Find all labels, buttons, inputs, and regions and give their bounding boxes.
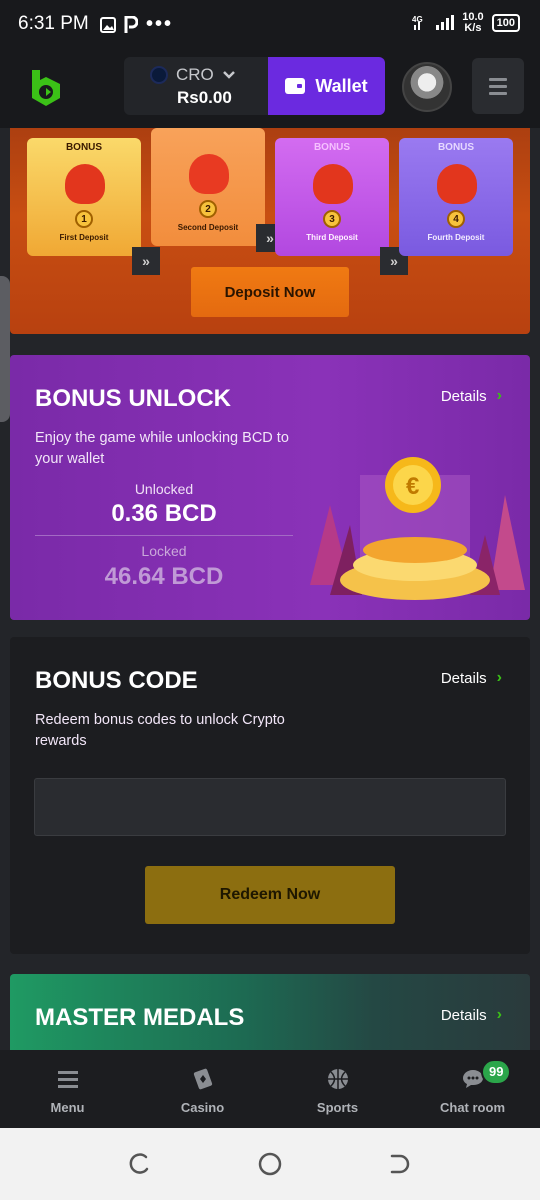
tab-label: Casino xyxy=(180,1100,225,1115)
battery-icon: 100 xyxy=(491,14,520,32)
master-medals-title: MASTER MEDALS xyxy=(35,1004,245,1031)
currency-code: CRO xyxy=(176,65,214,84)
status-notification-icons: ••• xyxy=(100,13,173,36)
tile-number: 2 xyxy=(199,200,217,218)
tab-menu[interactable]: Menu xyxy=(0,1050,135,1128)
tile-number: 4 xyxy=(447,210,465,228)
tile-label: First Deposit xyxy=(59,233,109,242)
parking-icon xyxy=(124,15,138,33)
tile-bonus-label: BONUS xyxy=(437,142,475,153)
bonus-unlock-description: Enjoy the game while unlocking BCD to yo… xyxy=(35,430,289,467)
dragon-mascot-icon xyxy=(65,164,105,204)
bottom-tab-bar: Menu Casino Sports Chat room 99 xyxy=(0,1050,540,1128)
tile-label: Second Deposit xyxy=(177,223,239,232)
svg-text:€: € xyxy=(406,473,419,500)
master-medals-details-link[interactable]: Details › xyxy=(441,1006,502,1024)
tile-label: Fourth Deposit xyxy=(427,233,485,242)
redeem-now-button[interactable]: Redeem Now xyxy=(145,866,395,924)
tile-bonus-label: BONUS xyxy=(313,142,351,153)
currency-selector[interactable]: CRO Rs0.00 xyxy=(124,57,268,115)
chevron-down-icon xyxy=(222,71,235,79)
menu-line-icon xyxy=(489,77,507,81)
status-right: 4G 10.0 K/s 100 xyxy=(412,12,520,34)
bonus-code-title: BONUS CODE xyxy=(35,667,198,694)
chat-unread-badge: 99 xyxy=(481,1059,512,1085)
gallery-icon xyxy=(100,16,116,33)
bonus-code-description: Redeem bonus codes to unlock Crypto rewa… xyxy=(35,712,285,749)
cro-coin-icon xyxy=(150,66,168,84)
tab-label: Menu xyxy=(50,1100,85,1115)
more-notifications-icon: ••• xyxy=(146,13,174,35)
second-deposit-tile: 2 Second Deposit xyxy=(151,128,265,246)
deposit-bonus-card: BONUS 1 First Deposit » 2 Second Deposit… xyxy=(10,128,530,334)
back-icon[interactable] xyxy=(388,1152,412,1176)
bonus-unlock-title: BONUS UNLOCK xyxy=(35,385,231,412)
bonus-code-details-link[interactable]: Details › xyxy=(441,669,502,687)
locked-label: Locked xyxy=(141,543,187,559)
casino-icon xyxy=(193,1068,212,1090)
master-medals-card: MASTER MEDALS Details › xyxy=(10,974,530,1050)
sports-icon xyxy=(327,1069,348,1089)
coin-pedestal-illustration: € xyxy=(310,457,525,600)
tile-bonus-label: BONUS xyxy=(65,142,103,153)
user-avatar[interactable] xyxy=(402,62,452,112)
fourth-deposit-tile: BONUS 4 Fourth Deposit xyxy=(399,138,513,256)
main-content[interactable]: BONUS 1 First Deposit » 2 Second Deposit… xyxy=(0,128,540,1050)
locked-value: 46.64 BCD xyxy=(104,563,224,590)
dragon-mascot-icon xyxy=(313,164,353,204)
wallet-label: Wallet xyxy=(315,75,368,96)
wallet-button[interactable]: Wallet xyxy=(268,57,385,115)
chevron-right-icon: › xyxy=(496,1006,502,1023)
app-header: CRO Rs0.00 Wallet xyxy=(0,48,540,128)
details-label: Details xyxy=(440,1006,487,1024)
first-deposit-tile: BONUS 1 First Deposit xyxy=(27,138,141,256)
bonus-code-input[interactable] xyxy=(34,778,506,836)
details-label: Details xyxy=(440,669,487,687)
menu-line-icon xyxy=(489,91,507,95)
dragon-mascot-icon xyxy=(189,154,229,194)
edge-panel-handle[interactable] xyxy=(0,276,10,422)
divider xyxy=(35,535,293,536)
tab-sports[interactable]: Sports xyxy=(270,1050,405,1128)
deposit-now-button[interactable]: Deposit Now xyxy=(191,267,349,317)
tile-label: Third Deposit xyxy=(306,233,358,242)
third-deposit-tile: BONUS 3 Third Deposit xyxy=(275,138,389,256)
svg-text:4G: 4G xyxy=(412,15,423,24)
tile-number: 3 xyxy=(323,210,341,228)
chevron-right-icon: › xyxy=(496,387,502,404)
tab-chat-room[interactable]: Chat room 99 xyxy=(405,1050,540,1128)
menu-icon xyxy=(57,1071,78,1088)
chevron-right-icon: › xyxy=(496,669,502,686)
status-bar: 6:31 PM ••• 4G 10.0 K/s 100 xyxy=(0,0,540,48)
bonus-code-card: BONUS CODE Details › Redeem bonus codes … xyxy=(10,637,530,954)
balance-amount: Rs0.00 xyxy=(177,88,232,107)
tile-number: 1 xyxy=(75,210,93,228)
network-speed: 10.0 K/s xyxy=(462,12,483,34)
tab-label: Sports xyxy=(316,1100,359,1115)
dragon-mascot-icon xyxy=(437,164,477,204)
tab-casino[interactable]: Casino xyxy=(135,1050,270,1128)
unlocked-label: Unlocked xyxy=(134,481,194,497)
bonus-unlock-card: BONUS UNLOCK Details › Enjoy the game wh… xyxy=(10,355,530,620)
status-time: 6:31 PM xyxy=(18,13,89,34)
tab-label: Chat room xyxy=(440,1100,505,1115)
unlocked-value: 0.36 BCD xyxy=(111,500,217,527)
bc-logo-icon[interactable] xyxy=(28,68,64,108)
android-nav-bar xyxy=(0,1128,540,1200)
menu-line-icon xyxy=(489,84,507,88)
wallet-icon xyxy=(285,78,306,94)
hamburger-menu-button[interactable] xyxy=(472,58,524,114)
speed-unit: K/s xyxy=(464,22,482,34)
signal-icon: 4G xyxy=(412,15,455,30)
recent-apps-icon[interactable] xyxy=(128,1152,152,1176)
bonus-unlock-details-link[interactable]: Details › xyxy=(441,387,502,405)
details-label: Details xyxy=(440,387,487,405)
home-icon[interactable] xyxy=(258,1152,282,1176)
chevrons-right-icon: » xyxy=(132,247,160,275)
